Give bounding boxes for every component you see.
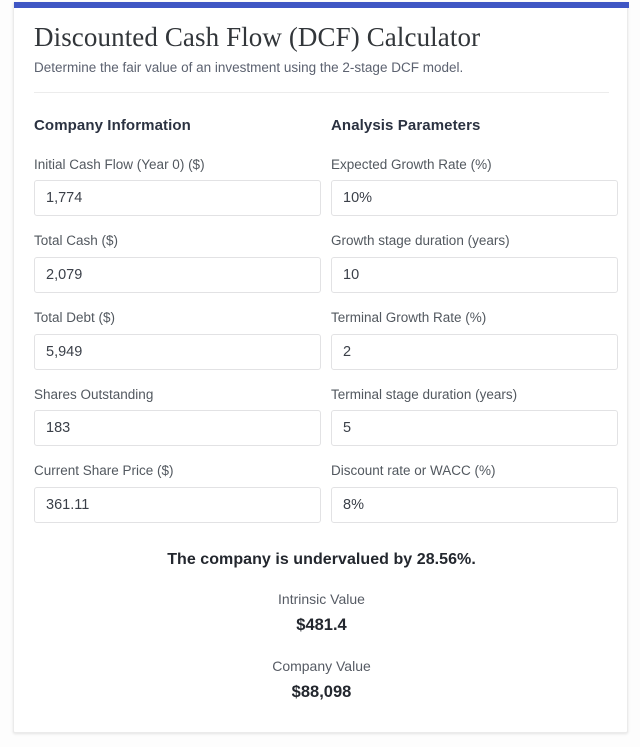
input-growth-stage-duration[interactable] [331, 257, 618, 294]
label-shares-outstanding: Shares Outstanding [34, 386, 154, 402]
field-initial-cash-flow: Initial Cash Flow (Year 0) ($) [34, 156, 321, 217]
input-total-debt[interactable] [34, 333, 321, 370]
analysis-parameters-column: Analysis Parameters Expected Growth Rate… [331, 117, 618, 523]
input-shares-outstanding[interactable] [34, 410, 321, 447]
input-expected-growth-rate[interactable] [331, 180, 618, 217]
label-current-share-price: Current Share Price ($) [34, 463, 174, 479]
label-terminal-growth-rate: Terminal Growth Rate (%) [331, 310, 487, 326]
page-subtitle: Determine the fair value of an investmen… [34, 60, 464, 76]
header-divider [34, 91, 609, 93]
input-discount-rate-wacc[interactable] [331, 486, 618, 523]
label-initial-cash-flow: Initial Cash Flow (Year 0) ($) [34, 156, 205, 172]
dcf-calculator-page: Discounted Cash Flow (DCF) Calculator De… [0, 0, 640, 747]
page-title: Discounted Cash Flow (DCF) Calculator [34, 22, 481, 52]
intrinsic-value-block: Intrinsic Value $481.4 [34, 590, 609, 636]
valuation-verdict: The company is undervalued by 28.56%. [167, 550, 476, 568]
intrinsic-value-label: Intrinsic Value [278, 590, 365, 607]
card-body: Discounted Cash Flow (DCF) Calculator De… [14, 8, 629, 703]
label-expected-growth-rate: Expected Growth Rate (%) [331, 156, 492, 172]
field-total-debt: Total Debt ($) [34, 309, 321, 370]
field-terminal-stage-duration: Terminal stage duration (years) [331, 386, 618, 447]
field-terminal-growth-rate: Terminal Growth Rate (%) [331, 309, 618, 370]
input-terminal-stage-duration[interactable] [331, 410, 618, 447]
field-current-share-price: Current Share Price ($) [34, 462, 321, 523]
label-terminal-stage-duration: Terminal stage duration (years) [331, 386, 518, 402]
field-shares-outstanding: Shares Outstanding [34, 386, 321, 447]
analysis-parameters-heading: Analysis Parameters [331, 116, 481, 134]
label-total-cash: Total Cash ($) [34, 233, 119, 249]
company-value-label: Company Value [272, 657, 371, 674]
label-growth-stage-duration: Growth stage duration (years) [331, 233, 510, 249]
company-value-block: Company Value $88,098 [34, 657, 609, 703]
field-discount-rate-wacc: Discount rate or WACC (%) [331, 462, 618, 523]
company-information-heading: Company Information [34, 116, 191, 134]
input-terminal-growth-rate[interactable] [331, 333, 618, 370]
intrinsic-value-amount: $481.4 [296, 615, 347, 634]
input-total-cash[interactable] [34, 257, 321, 294]
field-growth-stage-duration: Growth stage duration (years) [331, 232, 618, 294]
field-expected-growth-rate: Expected Growth Rate (%) [331, 156, 618, 217]
company-information-column: Company Information Initial Cash Flow (Y… [34, 117, 321, 523]
input-current-share-price[interactable] [34, 486, 321, 523]
results-section: The company is undervalued by 28.56%. In… [34, 551, 609, 703]
company-value-amount: $88,098 [291, 682, 352, 701]
input-initial-cash-flow[interactable] [34, 180, 321, 217]
form-columns: Company Information Initial Cash Flow (Y… [34, 117, 618, 523]
label-total-debt: Total Debt ($) [34, 310, 116, 326]
label-discount-rate-wacc: Discount rate or WACC (%) [331, 463, 496, 479]
calculator-card: Discounted Cash Flow (DCF) Calculator De… [13, 2, 629, 733]
field-total-cash: Total Cash ($) [34, 232, 321, 294]
